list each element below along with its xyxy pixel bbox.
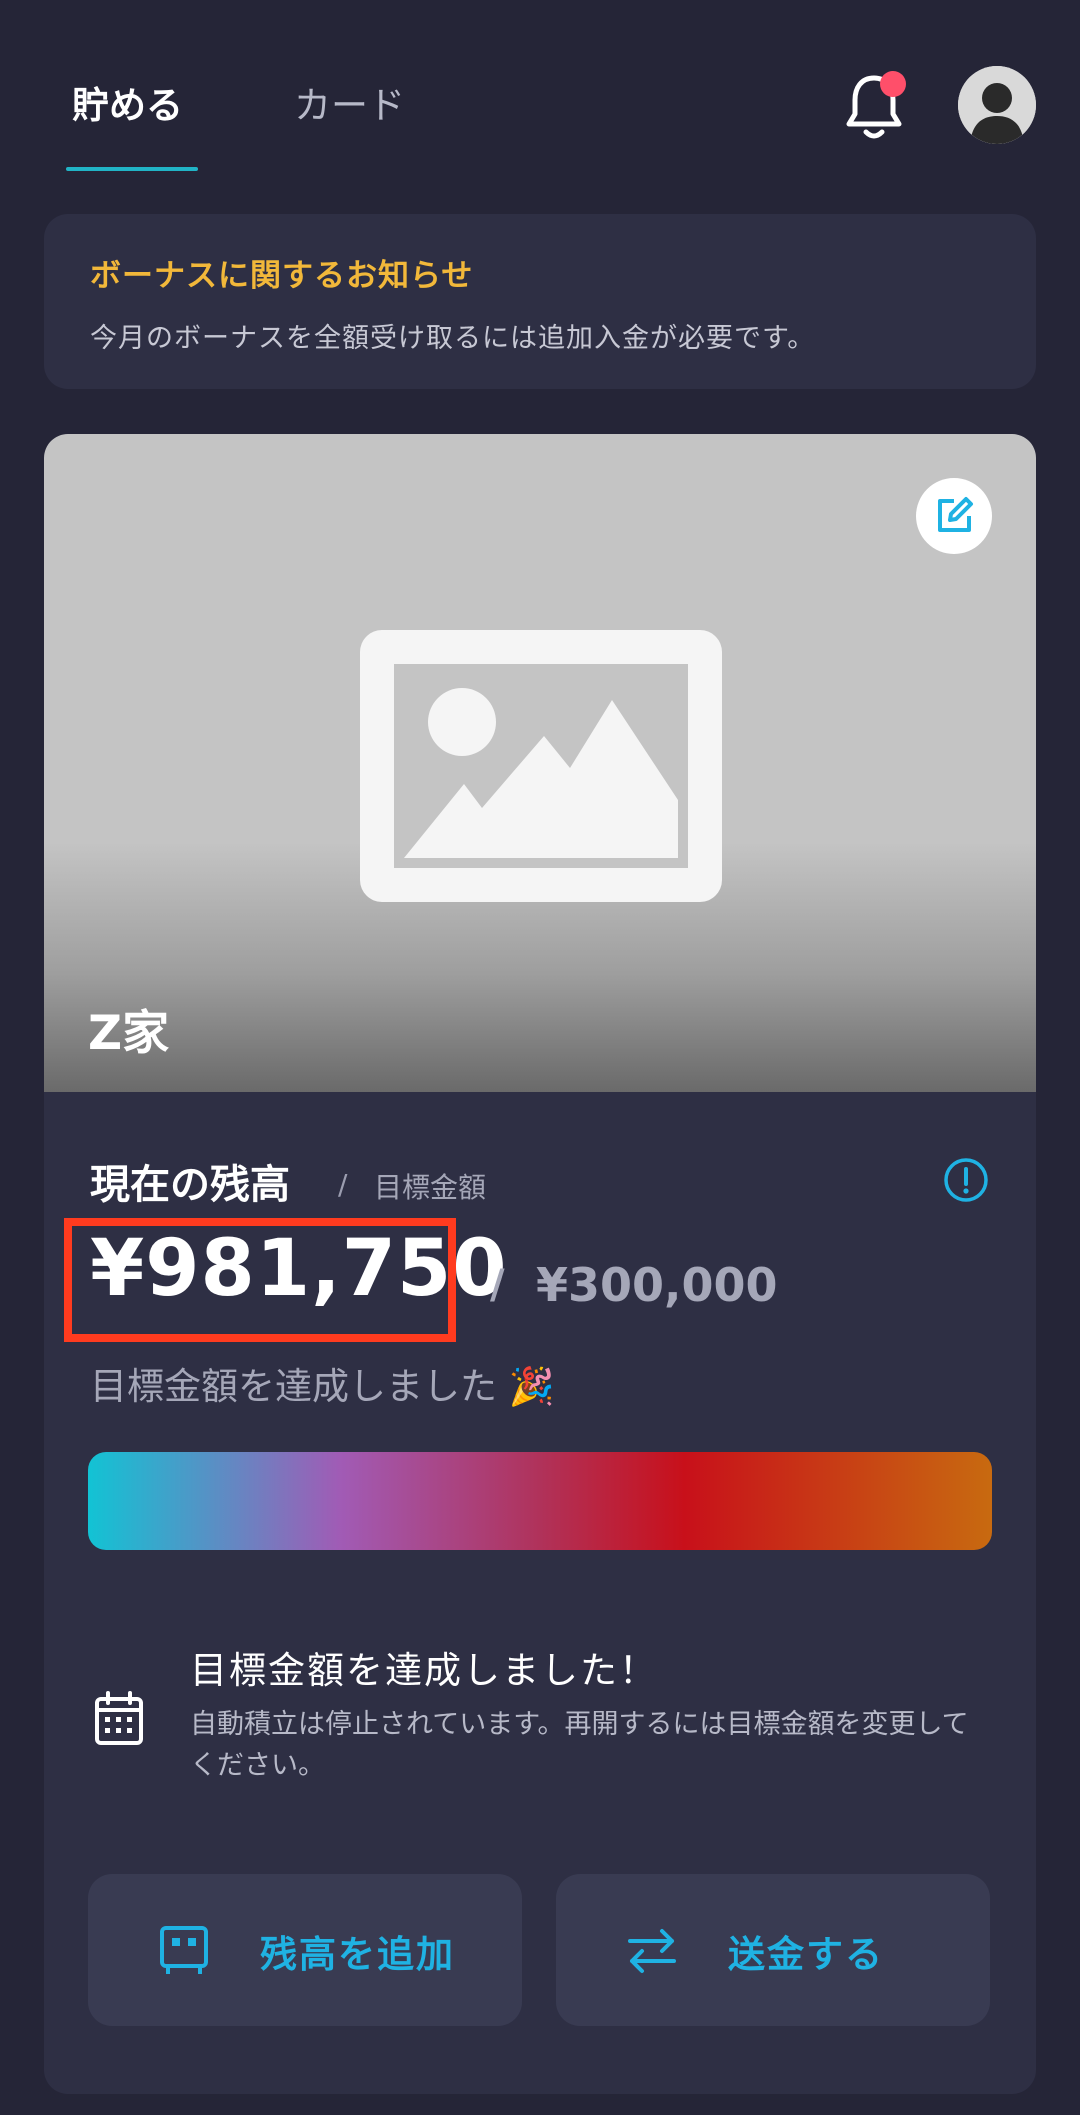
balance-label: 現在の残高 (90, 1162, 290, 1208)
avatar-icon (958, 66, 1036, 144)
edit-icon (938, 497, 973, 532)
goal-card: Z家 現在の残高 / 目標金額 ¥981,750 / ¥300,000 目標金額… (44, 434, 1036, 2094)
notice-title: ボーナスに関するお知らせ (90, 258, 474, 294)
progress-fill (88, 1452, 992, 1550)
target-label: 目標金額 (374, 1171, 487, 1204)
send-money-label: 送金する (728, 1933, 884, 1976)
info-icon[interactable] (942, 1156, 990, 1204)
notice-body: 今月のボーナスを全額受け取るには追加入金が必要です。 (90, 323, 816, 354)
add-balance-button[interactable]: 残高を追加 (88, 1874, 522, 2026)
safe-icon (160, 1926, 208, 1974)
progress-bar (88, 1452, 992, 1550)
bonus-notice[interactable]: ボーナスに関するお知らせ 今月のボーナスを全額受け取るには追加入金が必要です。 (44, 214, 1036, 389)
edit-goal-button[interactable] (916, 478, 992, 554)
label-separator: / (338, 1168, 348, 1201)
amount-separator: / (490, 1262, 505, 1308)
achieved-message: 目標金額を達成しました 🎉 (90, 1365, 555, 1408)
tab-card[interactable]: カード (294, 80, 405, 132)
status-body: 自動積立は停止されています。再開するには目標金額を変更してください。 (190, 1709, 969, 1781)
current-balance: ¥981,750 (90, 1224, 508, 1314)
image-icon (360, 630, 722, 902)
add-balance-label: 残高を追加 (260, 1933, 455, 1976)
status-title: 目標金額を達成しました！ (190, 1649, 658, 1692)
active-tab-indicator (66, 167, 198, 171)
target-amount: ¥300,000 (536, 1258, 778, 1312)
notification-badge (880, 71, 906, 97)
goal-name: Z家 (88, 1006, 170, 1061)
transfer-arrows-icon (628, 1929, 676, 1973)
screen: 貯める カード ボーナスに関するお知らせ 今月のボーナスを全額受け取るには追加入… (0, 0, 1080, 2115)
header: 貯める カード (0, 0, 1080, 180)
avatar[interactable] (958, 66, 1036, 144)
send-money-button[interactable]: 送金する (556, 1874, 990, 2026)
goal-cover-image: Z家 (44, 434, 1036, 1092)
tab-save[interactable]: 貯める (72, 80, 183, 132)
calendar-icon (95, 1691, 143, 1745)
